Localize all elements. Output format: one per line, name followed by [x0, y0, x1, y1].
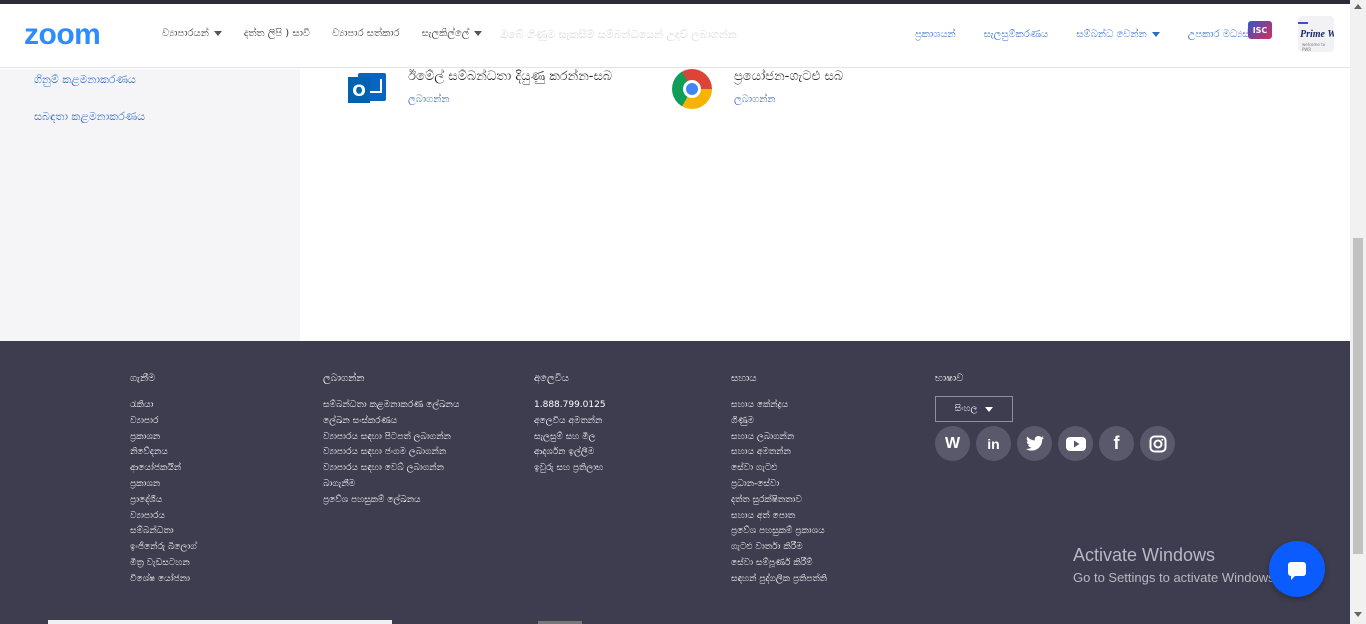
primary-nav: ව්‍යාපාරයන් දත්ත ලිපි ) සාවී ව්‍යාපාර සත…: [162, 28, 483, 39]
youtube-icon[interactable]: [1058, 426, 1093, 461]
nav-item-host[interactable]: සම්බන්ධ වෙන්න: [1076, 29, 1160, 40]
footer-link[interactable]: සහාය කේන්ද්‍රය: [731, 398, 827, 414]
footer-link[interactable]: සේවා ගැටළු: [731, 461, 827, 477]
footer-heading: ලබාගන්න: [323, 373, 365, 384]
vertical-scrollbar[interactable]: [1350, 0, 1366, 624]
nav-item-contact-sales[interactable]: ව්‍යාපාර සත්කාර: [332, 28, 400, 39]
main-content: O ඊමේල් සම්බන්ධතා දියුණු කරන්න-සබ ලබාගන්…: [300, 69, 1350, 341]
footer-link[interactable]: සම්බන්ධතා: [130, 524, 197, 540]
avatar-text: Prime W: [1300, 29, 1334, 40]
footer-heading: සහාය: [731, 373, 757, 384]
footer-link[interactable]: ව්‍යාපාරය: [130, 509, 197, 525]
nav-item-join[interactable]: සැලසුම්කරණය: [984, 29, 1049, 40]
chat-icon: [1288, 562, 1306, 580]
footer-link[interactable]: ව්‍යාපාරය සඳහා ජංගම ලබාගන්න: [323, 445, 459, 461]
secondary-nav: ප්‍රකාශයන් සැලසුම්කරණය සම්බන්ධ වෙන්න උපක…: [915, 29, 1268, 40]
footer-link[interactable]: විශේෂ යෝජනා: [130, 572, 197, 588]
app-card-outlook: O ඊමේල් සම්බන්ධතා දියුණු කරන්න-සබ ලබාගන්…: [346, 69, 612, 109]
footer-link[interactable]: සහාය අමතන්න: [731, 445, 827, 461]
footer-link[interactable]: ව්‍යාපාරය සඳහා පිටපත් ලබාගන්න: [323, 430, 459, 446]
app-card-chrome: ප්‍රයෝජන-ගැටළු සබ ලබාගන්න: [672, 69, 843, 109]
footer-link[interactable]: සඳහන් පුද්ගලික ප්‍රතිපත්ති: [731, 572, 827, 588]
footer-heading: භාෂාව: [935, 373, 964, 384]
nav-item-plans[interactable]: දත්ත ලිපි ) සාවී: [244, 28, 310, 39]
activate-windows-watermark: Activate Windows Go to Settings to activ…: [1073, 545, 1278, 585]
zoom-logo[interactable]: zoom: [24, 18, 101, 52]
wordpress-icon[interactable]: W: [935, 426, 970, 461]
footer-link[interactable]: සහාය ලබාගන්න: [731, 430, 827, 446]
footer-link[interactable]: නිවේදනය: [130, 445, 197, 461]
chrome-icon: [672, 69, 712, 109]
footer-link[interactable]: ඉංජිනේරු බිලොග්: [130, 540, 197, 556]
footer-link[interactable]: ලේඛන සංස්කරණය: [323, 414, 459, 430]
isc-badge-icon[interactable]: ISC: [1248, 21, 1272, 39]
footer-link[interactable]: ව්‍යාපාරය සඳහා වෙබ් ලබාගන්න: [323, 461, 459, 477]
chevron-down-icon: [474, 31, 483, 36]
footer-link[interactable]: රැකියා: [130, 398, 197, 414]
left-sidebar: ගිනුම් කළමනාකරණය සබඳතා කළමනාකරණය: [0, 69, 300, 341]
footer-col-about: ගැනීම රැකියා ව්‍යාපාර ප්‍රකාශන නිවේදනය ආ…: [130, 373, 197, 588]
footer-link[interactable]: ආයෝජකයින්: [130, 461, 197, 477]
nav-item-solutions[interactable]: ව්‍යාපාරයන්: [162, 28, 222, 39]
footer-link[interactable]: සහාය අත් පොත: [731, 509, 827, 525]
user-avatar[interactable]: Prime W welcome to PWR: [1298, 16, 1334, 52]
chevron-down-icon: [1151, 32, 1160, 37]
faded-header-text: ඔබේ ගිණුම සැකසීම් සම්බන්ධයෙන් උදව් ලබාගන…: [500, 28, 737, 41]
facebook-icon[interactable]: f: [1099, 426, 1134, 461]
scroll-down-icon[interactable]: [1354, 612, 1362, 617]
language-select[interactable]: සිංහල: [935, 396, 1013, 422]
footer-link[interactable]: බාගැනීම: [323, 477, 459, 493]
footer-link[interactable]: ප්‍රාදේශීය: [130, 493, 197, 509]
footer-link[interactable]: ප්‍රකාශන: [130, 430, 197, 446]
footer-link[interactable]: ව්‍යාපාර: [130, 414, 197, 430]
sidebar-link-contacts[interactable]: සබඳතා කළමනාකරණය: [34, 110, 145, 124]
footer-col-language: භාෂාව සිංහල W in f: [935, 373, 1175, 461]
footer-heading: ගැනීම: [130, 373, 156, 384]
footer-link[interactable]: සේවා සම්පූර්ණ කිරීම්: [731, 556, 827, 572]
footer-link[interactable]: ගිණුම: [731, 414, 827, 430]
outlook-icon: O: [346, 69, 386, 109]
footer-link[interactable]: අලෙවිය අමතන්න: [534, 414, 606, 430]
avatar-stripe: [1298, 22, 1308, 24]
nav-item-schedule[interactable]: ප්‍රකාශයන්: [915, 29, 956, 40]
language-selected: සිංහල: [954, 404, 978, 414]
footer-heading: අලෙවිය: [534, 373, 569, 384]
chat-button[interactable]: [1269, 541, 1325, 597]
avatar-subtext: welcome to PWR: [1302, 42, 1326, 52]
footer-col-sales: අලෙවිය 1.888.799.0125 අලෙවිය අමතන්න සැලස…: [534, 373, 606, 477]
sidebar-link-account[interactable]: ගිනුම් කළමනාකරණය: [34, 73, 136, 87]
watermark-subtitle: Go to Settings to activate Windows.: [1073, 570, 1279, 585]
linkedin-icon[interactable]: in: [976, 426, 1011, 461]
watermark-title: Activate Windows: [1073, 545, 1216, 565]
footer-link[interactable]: මිත්‍ර වැඩසටහන: [130, 556, 197, 572]
footer-link[interactable]: ප්‍රවේශ පහසුකම් ලේඛනය: [323, 493, 459, 509]
footer-link[interactable]: ප්‍රකාශන: [130, 477, 197, 493]
nav-item-resources[interactable]: සැලකිල්ලේ: [422, 28, 483, 39]
twitter-icon[interactable]: [1017, 426, 1052, 461]
footer-link[interactable]: ඉවුරු සහ ප්‍රතිලාභ: [534, 461, 606, 477]
footer-link[interactable]: ආදර්ශන ඉල්ලීම: [534, 445, 606, 461]
chevron-down-icon: [213, 31, 222, 36]
footer-link[interactable]: ගැටළු වාර්තා කිරීම: [731, 540, 827, 556]
download-link[interactable]: ලබාගන්න: [734, 94, 843, 105]
footer-link[interactable]: සම්බන්ධතා කළමනාකරණ ලේඛනය: [323, 398, 459, 414]
social-links: W in f: [935, 426, 1175, 461]
scrollbar-thumb[interactable]: [1353, 238, 1363, 554]
instagram-icon[interactable]: [1140, 426, 1175, 461]
chevron-down-icon: [985, 406, 994, 412]
scroll-up-icon[interactable]: [1354, 4, 1362, 9]
footer-link-phone[interactable]: 1.888.799.0125: [534, 398, 606, 414]
footer-col-support: සහාය සහාය කේන්ද්‍රය ගිණුම සහාය ලබාගන්න ස…: [731, 373, 827, 588]
footer-link[interactable]: ප්‍රවේශ පහසුකම් ප්‍රකාශය: [731, 524, 827, 540]
footer-col-download: ලබාගන්න සම්බන්ධතා කළමනාකරණ ලේඛනය ලේඛන සං…: [323, 373, 459, 509]
app-title: ඊමේල් සම්බන්ධතා දියුණු කරන්න-සබ: [408, 69, 613, 84]
site-header: zoom ව්‍යාපාරයන් දත්ත ලිපි ) සාවී ව්‍යාප…: [0, 4, 1350, 68]
download-link[interactable]: ලබාගන්න: [408, 94, 612, 105]
footer-link[interactable]: ප්‍රධාන-සේවා: [731, 477, 827, 493]
footer-link[interactable]: සැලසුම් සහ මිල: [534, 430, 606, 446]
horizontal-scrollbar[interactable]: [48, 620, 392, 624]
footer-link[interactable]: දත්ත සුරක්ෂිතතාව: [731, 493, 827, 509]
app-title: ප්‍රයෝජන-ගැටළු සබ: [734, 69, 844, 84]
